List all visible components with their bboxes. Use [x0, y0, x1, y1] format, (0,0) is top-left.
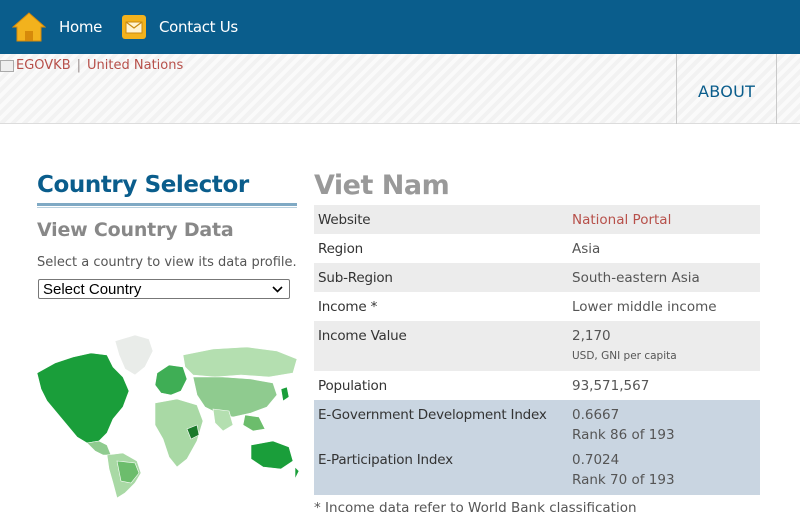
table-row: E-Participation Index 0.7024 Rank 70 of …	[314, 449, 760, 495]
row-value: Asia	[572, 241, 601, 257]
income-unit-note: USD, GNI per capita	[572, 350, 677, 362]
row-value: 0.6667 Rank 86 of 193	[572, 407, 675, 443]
table-row: Income * Lower middle income	[314, 292, 760, 321]
map-region-asia	[192, 376, 278, 418]
row-key: E-Participation Index	[318, 452, 453, 468]
country-name: Viet Nam	[314, 170, 450, 201]
site-brand[interactable]: EGOVKB | United Nations	[0, 58, 183, 73]
row-value: South-eastern Asia	[572, 270, 700, 286]
epi-value: 0.7024	[572, 452, 620, 468]
chevron-down-icon	[272, 285, 283, 293]
nav-contact-label: Contact Us	[159, 18, 238, 36]
nav-contact-link[interactable]: Contact Us	[122, 0, 238, 54]
map-region-central-america	[86, 440, 112, 456]
row-key: Income *	[318, 299, 378, 315]
row-key: Sub-Region	[318, 270, 393, 286]
table-row: Population 93,571,567	[314, 371, 760, 400]
country-profile-table: Website National Portal Region Asia Sub-…	[314, 205, 760, 495]
nav-home-label: Home	[59, 18, 103, 36]
menu-divider	[676, 54, 677, 124]
menu-divider	[776, 54, 777, 124]
egdi-rank: Rank 86 of 193	[572, 427, 675, 443]
brand-separator: |	[76, 58, 82, 73]
table-row: Sub-Region South-eastern Asia	[314, 263, 760, 292]
row-key: E-Government Development Index	[318, 407, 547, 423]
nav-home-link[interactable]: Home	[12, 0, 102, 54]
table-row: Income Value 2,170 USD, GNI per capita	[314, 321, 760, 371]
map-region-europe	[154, 364, 188, 396]
table-row: Website National Portal	[314, 205, 760, 234]
row-key: Income Value	[318, 328, 407, 344]
epi-rank: Rank 70 of 193	[572, 472, 675, 488]
country-selector-title: Country Selector	[37, 172, 249, 198]
map-region-greenland	[114, 334, 154, 376]
brand-org: United Nations	[87, 58, 184, 73]
menu-about[interactable]: ABOUT	[698, 82, 755, 101]
row-value: Lower middle income	[572, 299, 717, 315]
country-select[interactable]: Select Country	[38, 279, 290, 299]
brand-alt-text: EGOVKB	[16, 58, 71, 73]
country-select-value: Select Country	[43, 280, 142, 298]
map-region-australia	[250, 440, 294, 470]
title-rule	[37, 203, 297, 208]
row-key: Website	[318, 212, 371, 228]
row-key: Region	[318, 241, 364, 257]
row-value: 93,571,567	[572, 378, 650, 394]
select-hint: Select a country to view its data profil…	[37, 255, 297, 270]
egdi-value: 0.6667	[572, 407, 620, 423]
income-footnote: * Income data refer to World Bank classi…	[314, 500, 637, 516]
map-region-japan	[280, 386, 290, 402]
broken-image-icon	[0, 59, 14, 72]
map-region-russia	[182, 346, 298, 378]
row-value: 2,170 USD, GNI per capita	[572, 328, 677, 362]
row-key: Population	[318, 378, 387, 394]
world-map[interactable]	[37, 333, 299, 498]
top-nav: Home Contact Us	[0, 0, 800, 54]
map-region-new-zealand	[294, 466, 299, 480]
row-value: 0.7024 Rank 70 of 193	[572, 452, 675, 488]
map-region-north-america	[37, 352, 130, 444]
view-country-data-heading: View Country Data	[37, 219, 234, 241]
map-region-southeast-asia	[242, 414, 266, 432]
home-icon	[12, 12, 46, 42]
envelope-icon	[122, 15, 146, 39]
income-value: 2,170	[572, 328, 611, 344]
table-row: E-Government Development Index 0.6667 Ra…	[314, 400, 760, 449]
table-row: Region Asia	[314, 234, 760, 263]
national-portal-link[interactable]: National Portal	[572, 212, 671, 228]
